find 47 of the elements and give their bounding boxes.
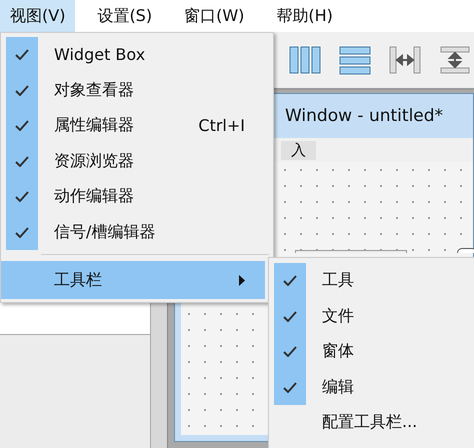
- menu-bar-item[interactable]: 帮助(H): [266, 0, 343, 32]
- columns-icon[interactable]: [288, 45, 322, 75]
- check-icon: [15, 49, 29, 60]
- check-icon: [283, 382, 297, 393]
- menu-item[interactable]: 动作编辑器: [1, 179, 273, 214]
- menu-item-label: Widget Box: [54, 45, 146, 64]
- radio-button-widget[interactable]: [457, 248, 474, 253]
- menu-item-label: 配置工具栏...: [322, 412, 418, 434]
- check-icon: [283, 310, 297, 322]
- menu-item-label: 资源浏览器: [54, 150, 134, 172]
- submenu-item[interactable]: 工具栏: [1, 261, 265, 299]
- menu-bar-item[interactable]: 设置(S): [87, 0, 162, 32]
- menu-bar-item[interactable]: 视图(V): [0, 0, 76, 32]
- menu-item-label: 属性编辑器: [54, 115, 134, 136]
- menu-item-label: 工具栏: [54, 270, 102, 290]
- menu-item-label: 信号/槽编辑器: [54, 222, 156, 243]
- menu-item[interactable]: 对象查看器: [1, 72, 273, 108]
- check-icon: [15, 84, 29, 96]
- menu-item-label: 动作编辑器: [54, 186, 134, 208]
- menu-item-label: 编辑: [322, 376, 354, 398]
- menu-item[interactable]: 工具: [269, 263, 474, 298]
- window-title: Window - untitled*: [285, 106, 444, 126]
- check-icon: [283, 275, 297, 286]
- rows-icon[interactable]: [338, 45, 372, 75]
- check-icon: [15, 120, 29, 132]
- menu-item-label: 文件: [322, 306, 354, 327]
- check-icon: [283, 346, 297, 358]
- menu-item[interactable]: 属性编辑器 Ctrl+I: [1, 108, 273, 144]
- menu-bar-item[interactable]: 窗口(W): [174, 0, 254, 32]
- vertical-spacer-icon[interactable]: [438, 45, 472, 75]
- menu-item[interactable]: 资源浏览器: [1, 144, 273, 179]
- check-icon: [15, 226, 29, 238]
- menu-item[interactable]: 窗体: [269, 334, 474, 370]
- check-icon: [15, 156, 29, 167]
- menu-item[interactable]: 配置工具栏...: [269, 405, 474, 440]
- check-icon: [15, 191, 29, 202]
- menu-item[interactable]: 文件: [269, 298, 474, 334]
- menu-item[interactable]: Widget Box: [1, 37, 273, 72]
- submenu-arrow-icon: [239, 274, 245, 286]
- menu-item[interactable]: 编辑: [269, 370, 474, 405]
- horizontal-spacer-icon[interactable]: [388, 45, 422, 75]
- menu-item-label: 对象查看器: [54, 80, 134, 101]
- menu-item[interactable]: 信号/槽编辑器: [1, 214, 273, 250]
- menu-item-label: 工具: [322, 270, 354, 292]
- form-menu-item[interactable]: 入: [281, 140, 316, 160]
- menu-item-label: 窗体: [322, 341, 354, 362]
- shortcut-label: Ctrl+I: [198, 116, 245, 136]
